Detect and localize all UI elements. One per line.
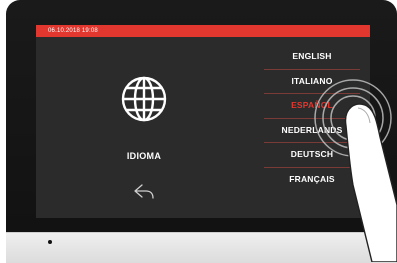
datetime-label: 06.10.2018 19:08: [48, 28, 98, 34]
language-option-espanol[interactable]: ESPAÑOL: [264, 94, 360, 119]
language-option-nederlands[interactable]: NEDERLANDS: [264, 119, 360, 143]
globe-icon: [121, 76, 167, 122]
language-title: IDIOMA: [126, 151, 162, 161]
language-list: ENGLISH ITALIANO ESPAÑOL NEDERLANDS DEUT…: [264, 45, 360, 191]
status-bar: 06.10.2018 19:08: [36, 25, 370, 37]
status-led: [48, 240, 52, 244]
language-option-francais[interactable]: FRANÇAIS: [264, 168, 360, 192]
language-option-english[interactable]: ENGLISH: [264, 45, 360, 70]
back-arrow-icon[interactable]: [133, 183, 155, 199]
language-option-deutsch[interactable]: DEUTSCH: [264, 143, 360, 168]
language-option-italiano[interactable]: ITALIANO: [264, 70, 360, 94]
touch-screen: 06.10.2018 19:08 IDIOMA ENGLISH ITALIANO…: [36, 25, 370, 218]
device-bottom-panel: [6, 232, 397, 263]
